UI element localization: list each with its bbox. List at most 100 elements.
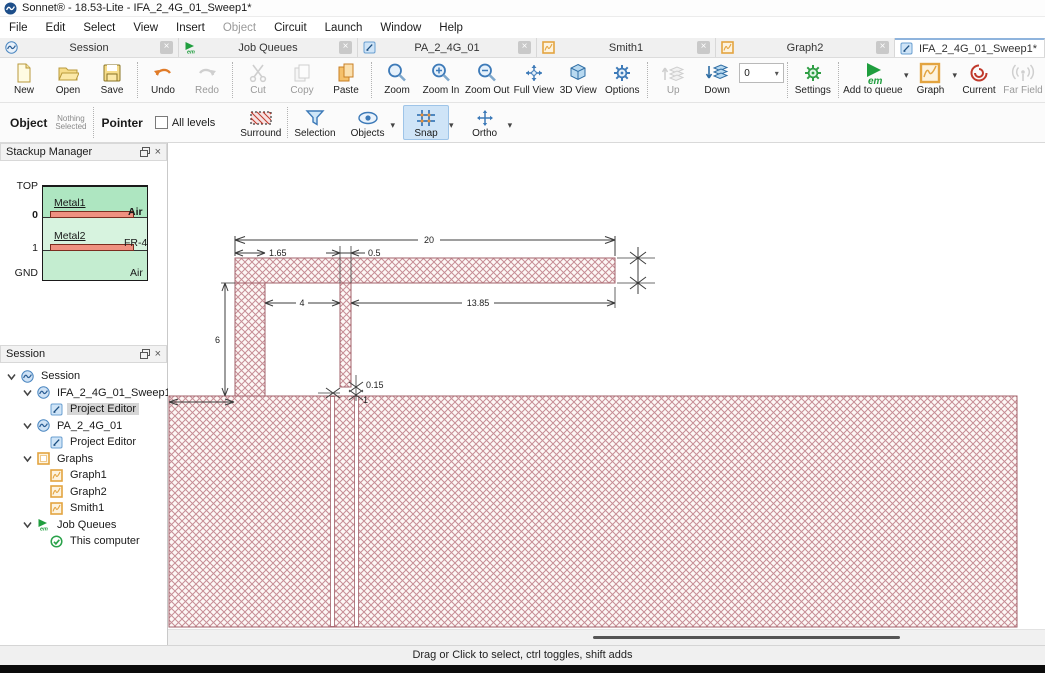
add-to-queue-button[interactable]: em Add to queue	[842, 58, 904, 102]
3d-view-button[interactable]: 3D View	[556, 58, 600, 102]
tree-item-smith1[interactable]: Smith1	[0, 500, 167, 517]
snap-button[interactable]: Snap	[403, 105, 449, 140]
tree-item-graph1[interactable]: Graph1	[0, 467, 167, 484]
dim-feed-gap: 0.15	[366, 380, 384, 390]
tab-pa-2-4g-01[interactable]: PA_2_4G_01 ×	[358, 38, 537, 57]
save-button[interactable]: Save	[90, 58, 134, 102]
graphs-folder-icon	[37, 452, 50, 465]
graph-button[interactable]: Graph	[908, 58, 952, 102]
tab-close-icon[interactable]: ×	[518, 41, 531, 54]
surround-button[interactable]: Surround	[237, 106, 284, 139]
menu-select[interactable]: Select	[74, 19, 124, 37]
sonnet-icon	[37, 419, 50, 432]
full-view-button[interactable]: Full View	[511, 58, 556, 102]
chevron-expanded-icon[interactable]	[22, 519, 33, 530]
all-levels-label: All levels	[172, 117, 215, 129]
antenna-short-arm[interactable]	[235, 283, 265, 396]
all-levels-checkbox[interactable]	[155, 116, 168, 129]
paste-icon	[335, 60, 357, 85]
menu-insert[interactable]: Insert	[167, 19, 214, 37]
status-text: Drag or Click to select, ctrl toggles, s…	[412, 649, 632, 661]
float-panel-icon[interactable]	[140, 349, 150, 359]
close-panel-icon[interactable]: ×	[155, 349, 161, 360]
graph-icon	[542, 41, 555, 54]
open-button[interactable]: Open	[46, 58, 90, 102]
graph-icon	[50, 502, 63, 515]
chevron-expanded-icon[interactable]	[22, 420, 33, 431]
ortho-button[interactable]: Ortho	[462, 106, 508, 139]
metal2-label[interactable]: Metal2	[54, 230, 86, 242]
tab-ifa-sweep1[interactable]: IFA_2_4G_01_Sweep1*	[895, 38, 1045, 57]
objects-button[interactable]: Objects	[345, 106, 391, 139]
far-field-button: Far Field	[1001, 58, 1045, 102]
feed-stub[interactable]	[340, 283, 351, 387]
options-button[interactable]: Options	[600, 58, 644, 102]
check-circle-icon	[50, 535, 63, 548]
tree-item-session[interactable]: Session	[0, 368, 167, 385]
menu-view[interactable]: View	[124, 19, 167, 37]
stackup-panel-header: Stackup Manager ×	[0, 143, 167, 161]
tab-smith1[interactable]: Smith1 ×	[537, 38, 716, 57]
antenna-top-arm[interactable]	[235, 258, 615, 283]
scrollbar-thumb[interactable]	[593, 636, 900, 639]
paste-button[interactable]: Paste	[324, 58, 368, 102]
settings-gear-icon	[802, 60, 824, 85]
chevron-expanded-icon[interactable]	[22, 453, 33, 464]
menu-window[interactable]: Window	[371, 19, 430, 37]
menu-launch[interactable]: Launch	[316, 19, 372, 37]
toolbar-separator	[232, 62, 233, 98]
menu-file[interactable]: File	[0, 19, 37, 37]
metal1-label[interactable]: Metal1	[54, 197, 86, 209]
selection-funnel-icon	[305, 108, 325, 128]
menu-edit[interactable]: Edit	[37, 19, 75, 37]
selection-button[interactable]: Selection	[291, 106, 338, 139]
chevron-down-icon[interactable]: ▾	[449, 120, 454, 131]
tree-item-job-queues[interactable]: em Job Queues	[0, 517, 167, 534]
tab-job-queues[interactable]: em Job Queues ×	[179, 38, 358, 57]
undo-button[interactable]: Undo	[141, 58, 185, 102]
tab-graph2[interactable]: Graph2 ×	[716, 38, 895, 57]
metal2-bar[interactable]	[50, 244, 134, 251]
tab-close-icon[interactable]: ×	[160, 41, 173, 54]
tab-bar: Session × em Job Queues × PA_2_4G_01 × S…	[0, 38, 1045, 58]
layout-canvas[interactable]: 20 1.65 0.5 4 13.85 6 0.15 1	[168, 143, 1045, 645]
tree-item-pa-2-4g-01[interactable]: PA_2_4G_01	[0, 418, 167, 435]
float-panel-icon[interactable]	[140, 147, 150, 157]
new-button[interactable]: New	[2, 58, 46, 102]
toolbar-separator	[137, 62, 138, 98]
tree-item-graphs[interactable]: Graphs	[0, 451, 167, 468]
level-down-button[interactable]: Down	[695, 58, 739, 102]
tab-session[interactable]: Session ×	[0, 38, 179, 57]
menu-circuit[interactable]: Circuit	[265, 19, 316, 37]
cut-button: Cut	[236, 58, 280, 102]
chevron-expanded-icon[interactable]	[22, 387, 33, 398]
tab-label: Graph2	[738, 42, 872, 54]
copy-icon	[291, 60, 313, 85]
tab-close-icon[interactable]: ×	[876, 41, 889, 54]
chevron-down-icon[interactable]: ▾	[508, 120, 513, 131]
graph-icon	[50, 469, 63, 482]
toolbar-separator	[371, 62, 372, 98]
ground-plane[interactable]	[169, 396, 1017, 627]
settings-button[interactable]: Settings	[791, 58, 835, 102]
tree-item-project-editor-ifa[interactable]: Project Editor	[0, 401, 167, 418]
menu-help[interactable]: Help	[430, 19, 472, 37]
metal1-bar[interactable]	[50, 211, 134, 218]
horizontal-scrollbar[interactable]	[168, 629, 1045, 645]
chevron-down-icon: ▾	[775, 69, 779, 78]
tab-close-icon[interactable]: ×	[697, 41, 710, 54]
tree-item-this-computer[interactable]: This computer	[0, 533, 167, 550]
tree-item-project-editor-pa[interactable]: Project Editor	[0, 434, 167, 451]
tab-close-icon[interactable]: ×	[339, 41, 352, 54]
zoom-button[interactable]: Zoom	[375, 58, 419, 102]
app-logo-icon	[4, 2, 17, 15]
current-button[interactable]: Current	[957, 58, 1001, 102]
chevron-expanded-icon[interactable]	[6, 371, 17, 382]
zoom-in-button[interactable]: Zoom In	[419, 58, 463, 102]
tree-item-ifa-sweep1[interactable]: IFA_2_4G_01_Sweep1*	[0, 385, 167, 402]
chevron-down-icon[interactable]: ▾	[391, 120, 396, 131]
close-panel-icon[interactable]: ×	[155, 147, 161, 158]
level-select[interactable]: 0 ▾	[739, 63, 784, 83]
zoom-out-button[interactable]: Zoom Out	[463, 58, 511, 102]
tree-item-graph2[interactable]: Graph2	[0, 484, 167, 501]
